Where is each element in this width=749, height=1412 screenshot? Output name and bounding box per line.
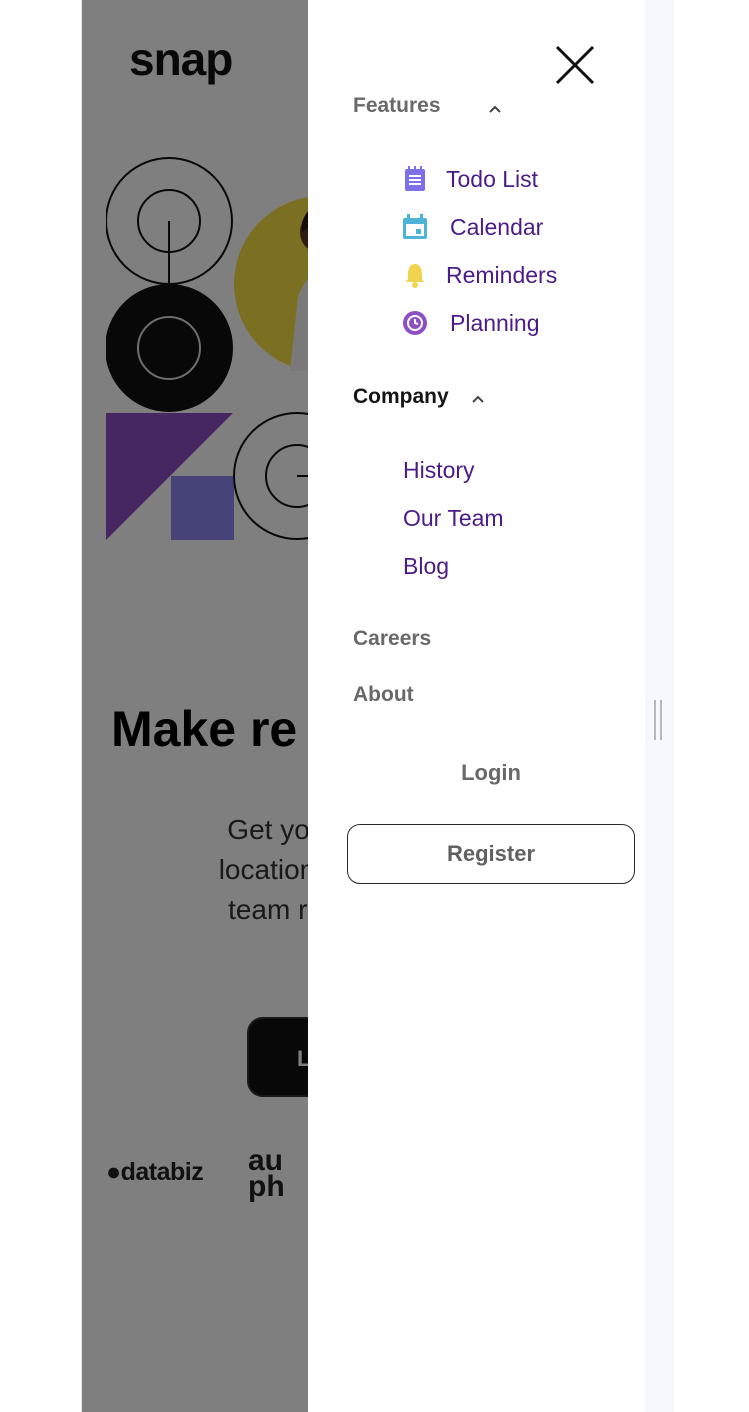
menu-item-our-team[interactable]: Our Team (403, 505, 504, 532)
scrollbar-handle[interactable] (654, 700, 663, 740)
login-button[interactable]: Login (347, 760, 635, 786)
close-icon (555, 45, 595, 85)
menu-item-planning[interactable]: Planning (402, 307, 540, 339)
menu-item-blog[interactable]: Blog (403, 553, 449, 580)
menu-item-label: Calendar (450, 213, 544, 240)
menu-item-label: Reminders (446, 261, 558, 288)
menu-section-features[interactable]: Features (353, 94, 441, 118)
menu-item-history[interactable]: History (403, 457, 475, 484)
menu-item-label: Todo List (446, 165, 539, 192)
chevron-up-icon[interactable] (470, 393, 486, 405)
menu-item-todo-list[interactable]: Todo List (402, 163, 538, 195)
menu-item-label: Planning (450, 309, 540, 336)
close-menu-button[interactable] (554, 44, 596, 86)
menu-item-calendar[interactable]: Calendar (402, 211, 543, 243)
menu-section-company[interactable]: Company (353, 385, 449, 409)
nav-link-careers[interactable]: Careers (353, 627, 431, 651)
mobile-menu-drawer: Features Todo List Calendar Reminders Pl… (308, 0, 645, 1412)
bell-icon (402, 262, 428, 288)
todo-icon (402, 166, 428, 192)
clock-icon (402, 310, 428, 336)
nav-link-about[interactable]: About (353, 683, 414, 707)
register-button[interactable]: Register (347, 824, 635, 884)
menu-item-reminders[interactable]: Reminders (402, 259, 557, 291)
chevron-up-icon[interactable] (487, 103, 503, 115)
calendar-icon (402, 214, 428, 240)
